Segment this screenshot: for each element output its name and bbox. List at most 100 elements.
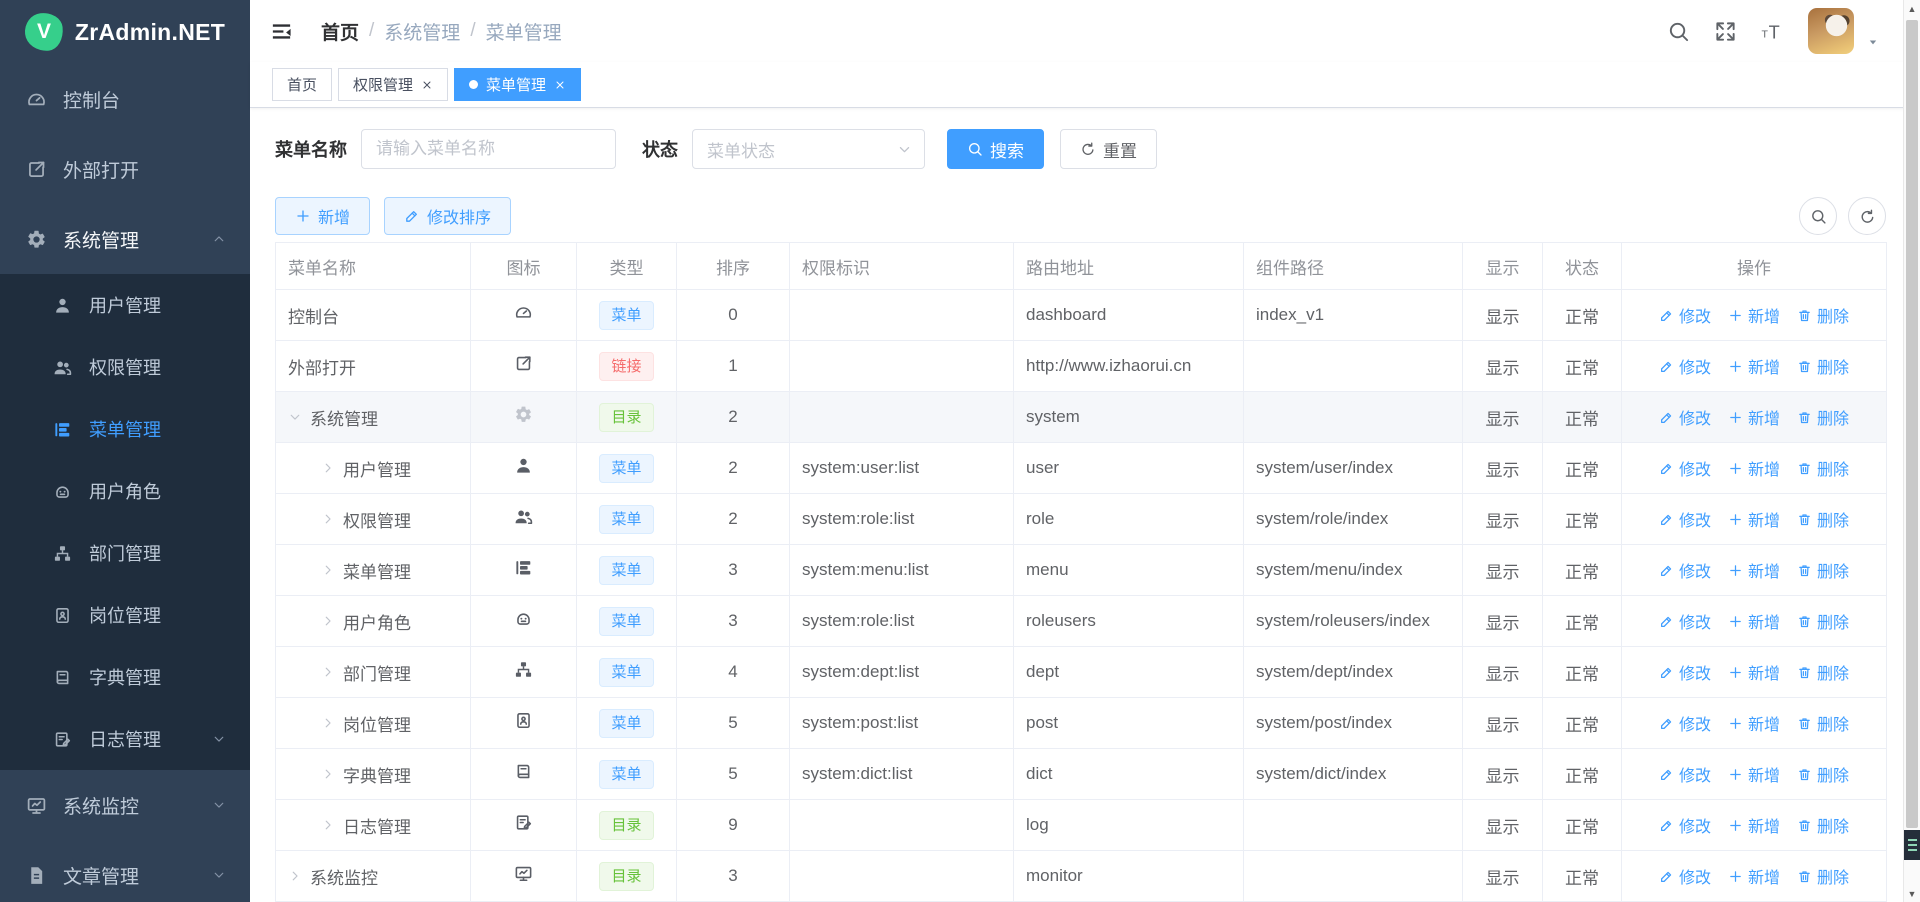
row-edit-button[interactable]: 修改 [1659, 762, 1711, 786]
row-edit-button[interactable]: 修改 [1659, 711, 1711, 735]
tab-close-icon[interactable] [554, 79, 566, 91]
tab-close-icon[interactable] [421, 79, 433, 91]
row-add-button[interactable]: 新增 [1728, 354, 1780, 378]
row-expand-icon[interactable] [288, 410, 302, 424]
row-delete-button[interactable]: 删除 [1797, 864, 1849, 888]
table-row[interactable]: 权限管理菜单2system:role:listrolesystem/role/i… [276, 494, 1887, 545]
tab-1[interactable]: 权限管理 [338, 68, 448, 101]
table-row[interactable]: 用户角色菜单3system:role:listroleuserssystem/r… [276, 596, 1887, 647]
row-delete-button[interactable]: 删除 [1797, 558, 1849, 582]
sidebar-item-2[interactable]: 系统管理 [0, 204, 250, 274]
row-add-button[interactable]: 新增 [1728, 711, 1780, 735]
sidebar-item-4[interactable]: 文章管理 [0, 840, 250, 902]
search-button[interactable]: 搜索 [947, 129, 1044, 169]
row-expand-icon[interactable] [321, 614, 335, 628]
sidebar-item-1[interactable]: 外部打开 [0, 134, 250, 204]
row-add-button[interactable]: 新增 [1728, 558, 1780, 582]
row-edit-button[interactable]: 修改 [1659, 507, 1711, 531]
row-edit-button[interactable]: 修改 [1659, 303, 1711, 327]
sidebar-subitem-1[interactable]: 权限管理 [0, 336, 250, 398]
sidebar-subitem-7[interactable]: 日志管理 [0, 708, 250, 770]
row-expand-icon[interactable] [321, 563, 335, 577]
sidebar-subitem-6[interactable]: 字典管理 [0, 646, 250, 708]
table-row[interactable]: 用户管理菜单2system:user:listusersystem/user/i… [276, 443, 1887, 494]
tab-0[interactable]: 首页 [272, 68, 332, 101]
row-add-button[interactable]: 新增 [1728, 456, 1780, 480]
search-icon[interactable] [1667, 20, 1690, 43]
scrollbar-down-arrow[interactable]: ▼ [1904, 889, 1920, 899]
row-delete-button[interactable]: 删除 [1797, 354, 1849, 378]
table-row[interactable]: 外部打开链接1http://www.izhaorui.cn显示正常修改新增删除 [276, 341, 1887, 392]
sidebar-item-3[interactable]: 系统监控 [0, 770, 250, 840]
fullscreen-icon[interactable] [1714, 20, 1737, 43]
add-button[interactable]: 新增 [275, 197, 370, 235]
table-row[interactable]: 字典管理菜单5system:dict:listdictsystem/dict/i… [276, 749, 1887, 800]
table-row[interactable]: 控制台菜单0dashboardindex_v1显示正常修改新增删除 [276, 290, 1887, 341]
menu-name-input[interactable] [361, 129, 616, 169]
sidebar-subitem-0[interactable]: 用户管理 [0, 274, 250, 336]
row-delete-button[interactable]: 删除 [1797, 660, 1849, 684]
row-edit-button-label: 修改 [1679, 456, 1711, 480]
refresh-table-button[interactable] [1848, 197, 1886, 235]
row-edit-button[interactable]: 修改 [1659, 456, 1711, 480]
user-avatar[interactable] [1808, 8, 1854, 54]
row-edit-button[interactable]: 修改 [1659, 813, 1711, 837]
refresh-icon [1859, 208, 1876, 225]
table-row[interactable]: 菜单管理菜单3system:menu:listmenusystem/menu/i… [276, 545, 1887, 596]
row-add-button[interactable]: 新增 [1728, 507, 1780, 531]
status-select[interactable]: 菜单状态 [692, 129, 925, 169]
row-add-button[interactable]: 新增 [1728, 303, 1780, 327]
scrollbar-thumb[interactable] [1906, 20, 1918, 828]
row-expand-icon[interactable] [321, 716, 335, 730]
logo[interactable]: V ZrAdmin.NET [0, 0, 250, 64]
row-edit-button[interactable]: 修改 [1659, 405, 1711, 429]
row-expand-icon[interactable] [321, 512, 335, 526]
breadcrumb-item[interactable]: 首页 [321, 18, 359, 45]
row-delete-button[interactable]: 删除 [1797, 762, 1849, 786]
table-row[interactable]: 部门管理菜单4system:dept:listdeptsystem/dept/i… [276, 647, 1887, 698]
sidebar-collapse-icon[interactable] [270, 20, 293, 43]
row-add-button[interactable]: 新增 [1728, 762, 1780, 786]
row-expand-icon[interactable] [321, 818, 335, 832]
floating-widget[interactable] [1904, 830, 1920, 860]
scrollbar-up-arrow[interactable]: ▲ [1904, 4, 1920, 14]
row-delete-button[interactable]: 删除 [1797, 813, 1849, 837]
row-add-button[interactable]: 新增 [1728, 609, 1780, 633]
table-row[interactable]: 系统监控目录3monitor显示正常修改新增删除 [276, 851, 1887, 902]
row-delete-button[interactable]: 删除 [1797, 609, 1849, 633]
row-add-button[interactable]: 新增 [1728, 864, 1780, 888]
tab-2[interactable]: 菜单管理 [454, 68, 581, 101]
sidebar-subitem-2[interactable]: 菜单管理 [0, 398, 250, 460]
sidebar-subitem-3[interactable]: 用户角色 [0, 460, 250, 522]
row-edit-button[interactable]: 修改 [1659, 609, 1711, 633]
row-expand-icon[interactable] [288, 869, 302, 883]
sidebar-subitem-5[interactable]: 岗位管理 [0, 584, 250, 646]
row-expand-icon[interactable] [321, 461, 335, 475]
row-delete-button[interactable]: 删除 [1797, 456, 1849, 480]
row-edit-button[interactable]: 修改 [1659, 558, 1711, 582]
edit-sort-button[interactable]: 修改排序 [384, 197, 511, 235]
row-add-button[interactable]: 新增 [1728, 660, 1780, 684]
row-edit-button[interactable]: 修改 [1659, 354, 1711, 378]
font-size-icon[interactable]: TT [1761, 20, 1784, 43]
row-edit-button[interactable]: 修改 [1659, 660, 1711, 684]
table-row[interactable]: 岗位管理菜单5system:post:listpostsystem/post/i… [276, 698, 1887, 749]
row-delete-button[interactable]: 删除 [1797, 303, 1849, 327]
table-row[interactable]: 日志管理目录9log显示正常修改新增删除 [276, 800, 1887, 851]
row-edit-button[interactable]: 修改 [1659, 864, 1711, 888]
row-delete-button[interactable]: 删除 [1797, 507, 1849, 531]
show-search-button[interactable] [1799, 197, 1837, 235]
sidebar-subitem-4[interactable]: 部门管理 [0, 522, 250, 584]
row-expand-icon[interactable] [321, 665, 335, 679]
reset-button[interactable]: 重置 [1060, 129, 1157, 169]
row-add-button[interactable]: 新增 [1728, 813, 1780, 837]
row-add-button[interactable]: 新增 [1728, 405, 1780, 429]
sidebar-item-0[interactable]: 控制台 [0, 64, 250, 134]
table-row[interactable]: 系统管理目录2system显示正常修改新增删除 [276, 392, 1887, 443]
row-edit-button-label: 修改 [1679, 609, 1711, 633]
row-expand-icon[interactable] [321, 767, 335, 781]
user-menu-caret-icon[interactable] [1866, 35, 1880, 49]
row-delete-button[interactable]: 删除 [1797, 711, 1849, 735]
row-delete-button[interactable]: 删除 [1797, 405, 1849, 429]
scrollbar[interactable]: ▲ ▼ [1903, 0, 1920, 902]
